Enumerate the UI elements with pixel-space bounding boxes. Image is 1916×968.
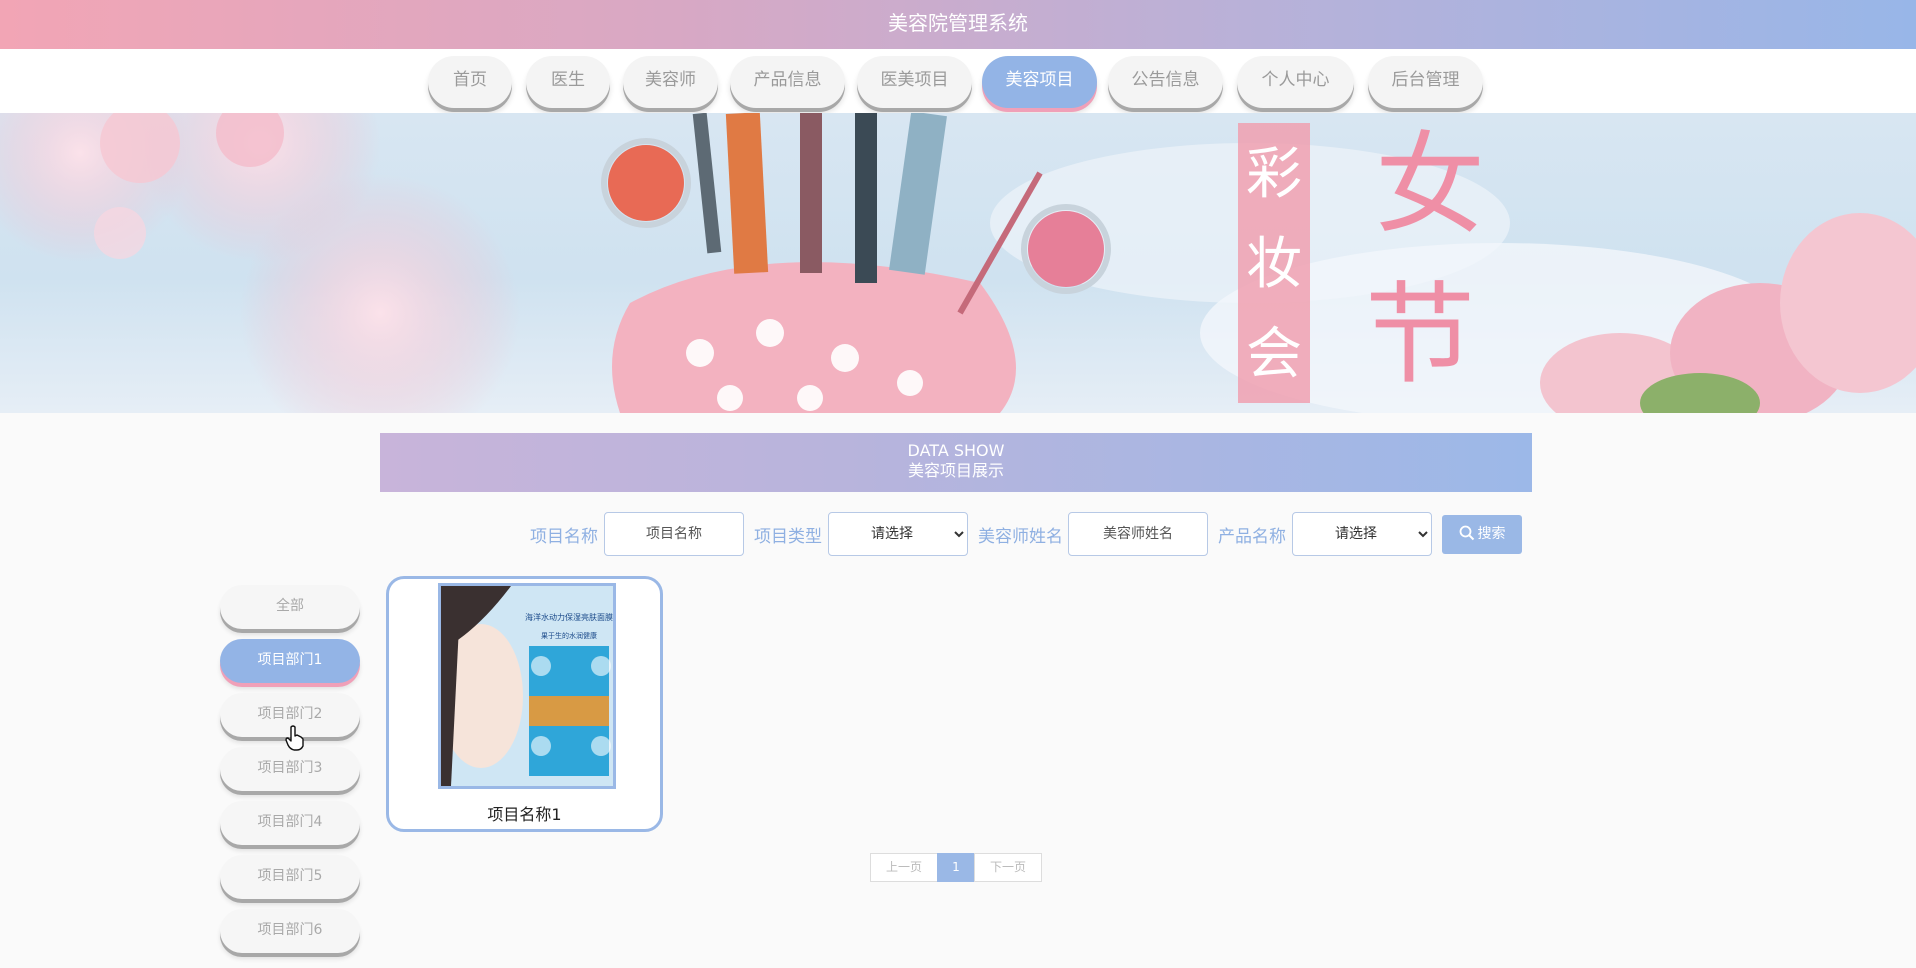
nav-item-beautician[interactable]: 美容师 [623,56,718,108]
section-title-cn: 美容项目展示 [907,461,1004,480]
nav-item-admin[interactable]: 后台管理 [1368,56,1483,108]
hero-banner: 彩 妆 会 女 节 [0,113,1916,413]
project-card[interactable]: 海洋水动力保湿亮肤面膜 果于生的水润健康 项目名称1 [386,576,663,832]
product-name-select[interactable]: 请选择 [1292,512,1432,556]
banner-illustration: 彩 妆 会 女 节 [0,113,1916,413]
banner-char-5: 节 [1365,271,1475,399]
product-name-label: 产品名称 [1218,527,1286,547]
banner-char-1: 彩 [1246,142,1302,207]
prev-page-button[interactable]: 上一页 [870,853,938,882]
banner-char-3: 会 [1246,322,1302,387]
project-type-label: 项目类型 [754,527,822,547]
category-all[interactable]: 全部 [220,585,360,629]
banner-char-2: 妆 [1246,232,1302,297]
project-name-label: 项目名称 [530,527,598,547]
image-text-1: 海洋水动力保湿亮肤面膜 [525,612,613,622]
project-type-select[interactable]: 请选择 [828,512,968,556]
main-nav: 首页 医生 美容师 产品信息 医美项目 美容项目 公告信息 个人中心 后台管理 [0,49,1916,113]
next-page-button[interactable]: 下一页 [974,853,1042,882]
beautician-name-label: 美容师姓名 [978,527,1063,547]
beautician-name-input[interactable] [1068,512,1208,556]
nav-item-home[interactable]: 首页 [428,56,512,108]
hand-cursor-icon [285,725,304,751]
nav-item-doctor[interactable]: 医生 [526,56,610,108]
search-icon [1459,525,1474,541]
search-button-label: 搜索 [1477,526,1506,542]
section-title-en: DATA SHOW [907,441,1005,460]
nav-item-announcements[interactable]: 公告信息 [1108,56,1223,108]
project-image: 海洋水动力保湿亮肤面膜 果于生的水润健康 [438,583,616,789]
image-text-2: 果于生的水润健康 [541,631,597,640]
app-title-bar: 美容院管理系统 [0,0,1916,49]
nav-item-medical-beauty[interactable]: 医美项目 [857,56,972,108]
app-title: 美容院管理系统 [888,11,1028,35]
category-dept-6[interactable]: 项目部门6 [220,909,360,953]
nav-item-beauty-projects[interactable]: 美容项目 [982,56,1097,108]
category-dept-5[interactable]: 项目部门5 [220,855,360,899]
category-dept-1[interactable]: 项目部门1 [220,639,360,683]
search-button[interactable]: 搜索 [1442,515,1522,554]
category-dept-3[interactable]: 项目部门3 [220,747,360,791]
nav-item-profile[interactable]: 个人中心 [1237,56,1354,108]
category-dept-4[interactable]: 项目部门4 [220,801,360,845]
page-number-current[interactable]: 1 [937,853,975,882]
project-name: 项目名称1 [487,805,562,824]
nav-item-products[interactable]: 产品信息 [730,56,845,108]
banner-char-4: 女 [1375,121,1485,249]
section-header: DATA SHOW 美容项目展示 [380,433,1532,492]
project-name-input[interactable] [604,512,744,556]
